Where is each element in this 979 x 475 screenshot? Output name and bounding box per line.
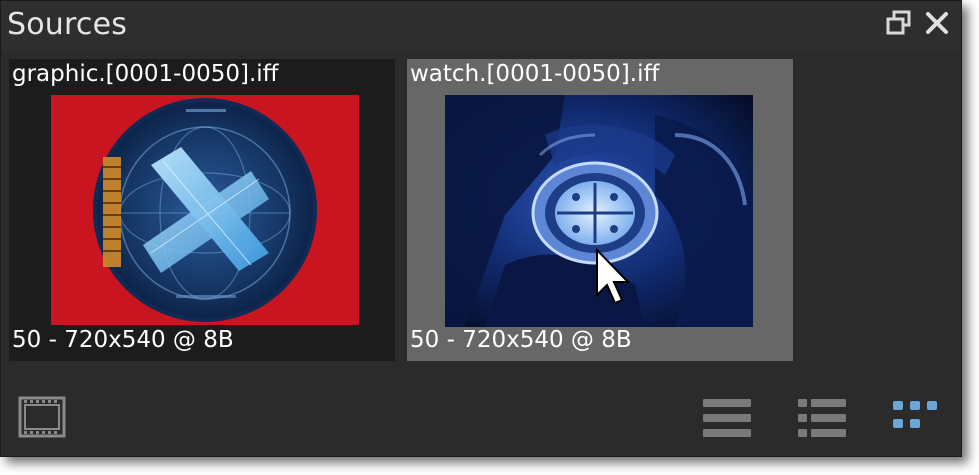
close-icon <box>926 12 948 34</box>
source-info: 50 - 720x540 @ 8B <box>12 327 234 353</box>
grid-view-icon <box>893 401 937 428</box>
source-name: watch.[0001-0050].iff <box>410 61 660 87</box>
filmstrip-icon <box>18 396 66 438</box>
panel-titlebar: Sources <box>1 1 961 51</box>
panel-title: Sources <box>7 7 128 42</box>
source-thumbnail-watch <box>445 95 753 327</box>
list-view-icon <box>703 399 751 437</box>
source-item-graphic[interactable]: graphic.[0001-0050].iff 50 - 720x540 @ 8… <box>9 59 395 361</box>
source-info: 50 - 720x540 @ 8B <box>410 327 632 353</box>
source-name: graphic.[0001-0050].iff <box>12 61 279 87</box>
source-thumbnail-graphic <box>51 95 359 325</box>
grid-view-button[interactable] <box>891 397 943 439</box>
detail-list-view-icon <box>798 399 846 437</box>
float-window-icon <box>886 10 911 35</box>
sources-panel: Sources graphic.[0001-0050].iff 50 - 720… <box>0 0 962 457</box>
detail-list-view-button[interactable] <box>796 397 848 439</box>
float-window-button[interactable] <box>885 9 913 37</box>
filmstrip-button[interactable] <box>18 396 66 438</box>
close-button[interactable] <box>923 9 951 37</box>
list-view-button[interactable] <box>701 397 753 439</box>
source-item-watch[interactable]: watch.[0001-0050].iff 50 - 720x540 @ 8B <box>407 59 793 361</box>
